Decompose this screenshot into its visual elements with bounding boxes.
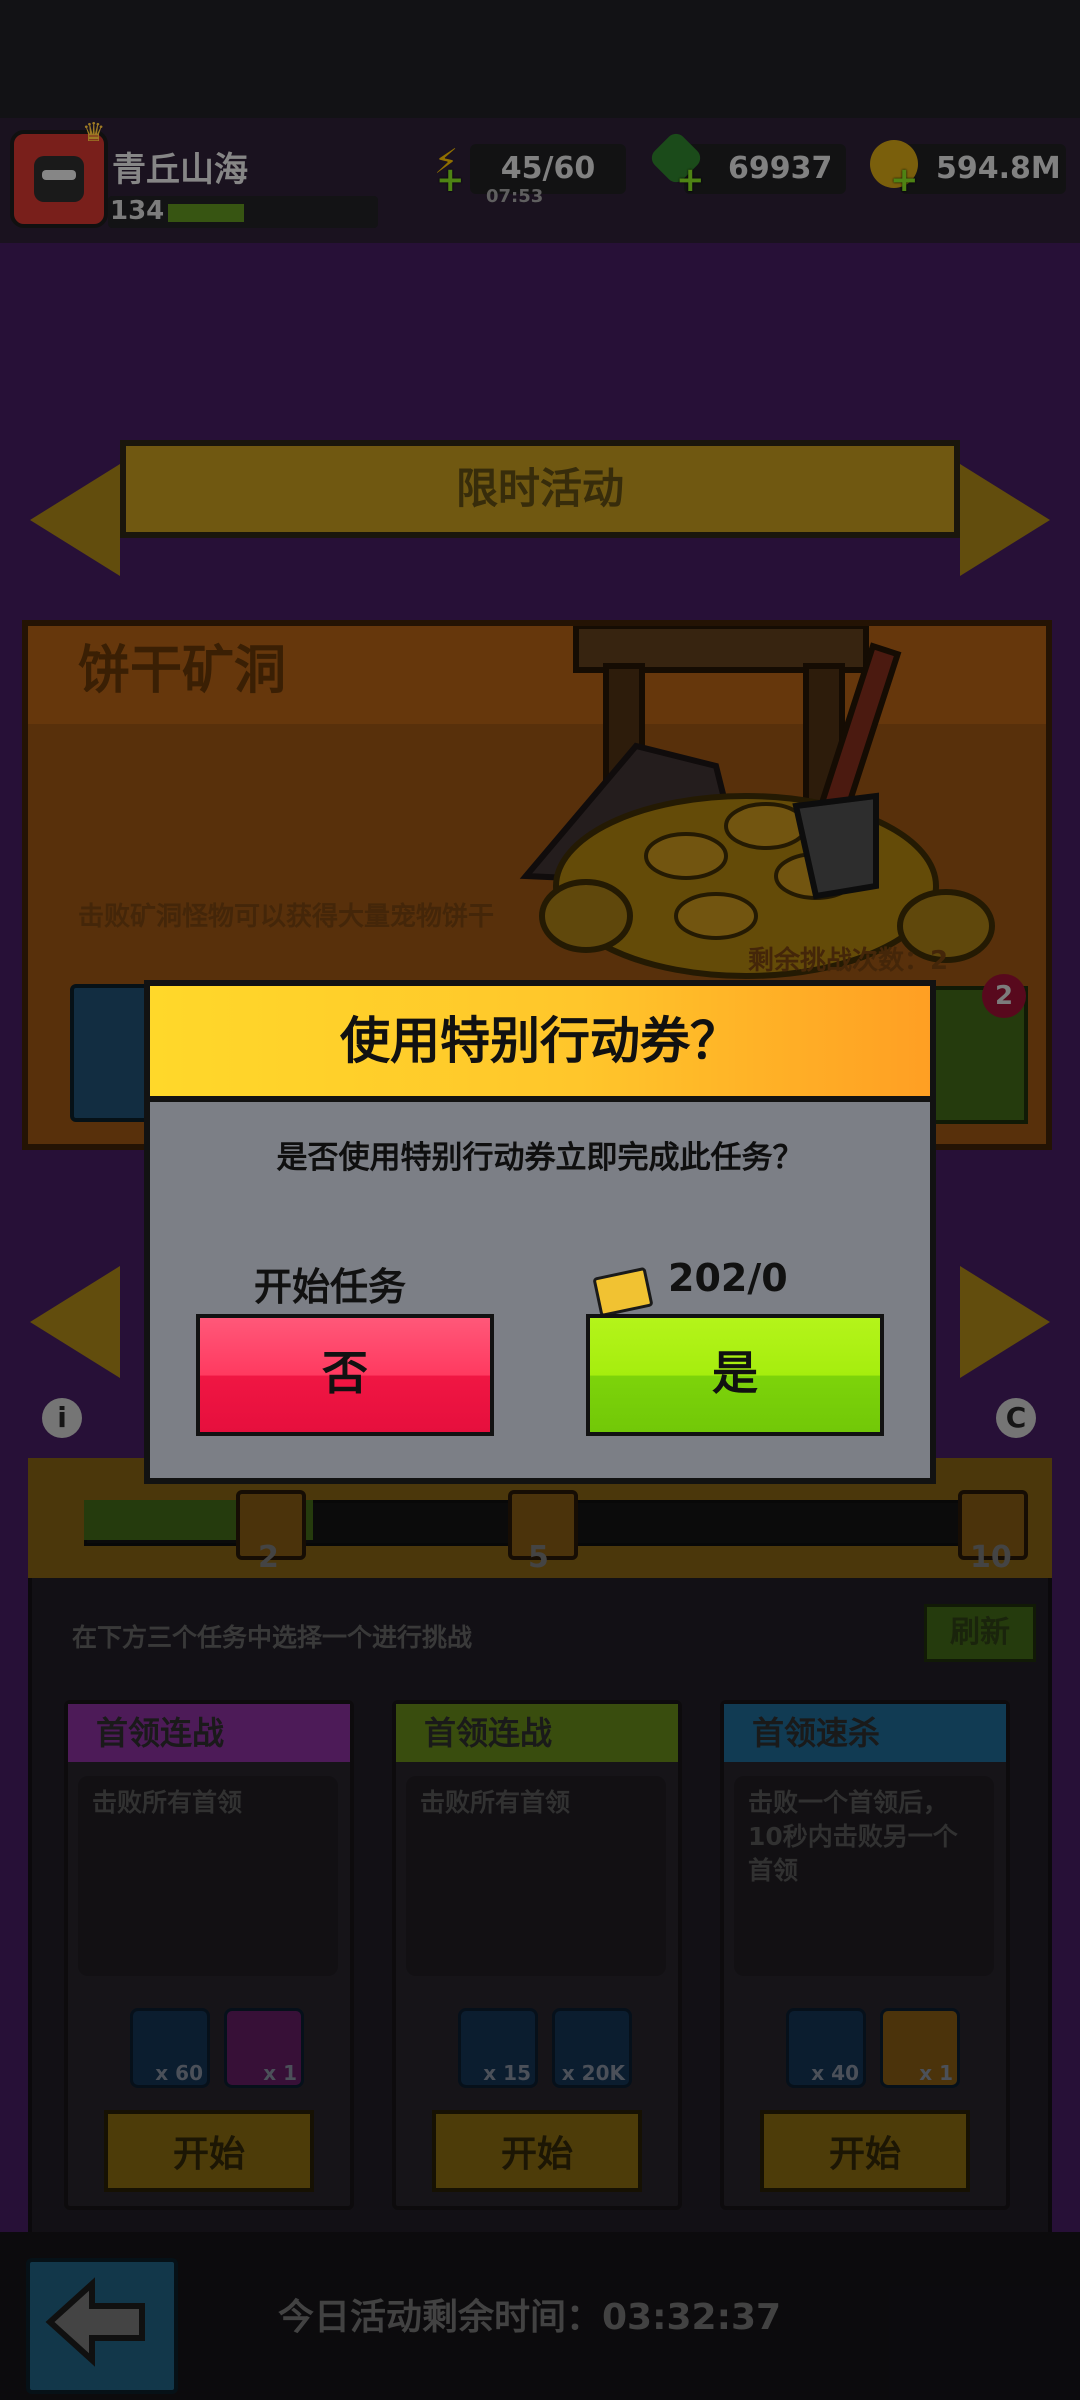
status-bar [0,0,1080,118]
ticket-count: 202/0 [668,1256,788,1300]
dialog-message: 是否使用特别行动券立即完成此任务？ [276,1140,804,1176]
no-button[interactable]: 否 [196,1314,494,1436]
dialog-title: 使用特别行动券？ [150,986,930,1102]
game-screen: ♛ 青丘山海 134 45/60 07:53 ⚡ + 69937 + 594.8… [0,0,1080,2400]
start-task-label: 开始任务 [254,1265,407,1309]
yes-button[interactable]: 是 [586,1314,884,1436]
